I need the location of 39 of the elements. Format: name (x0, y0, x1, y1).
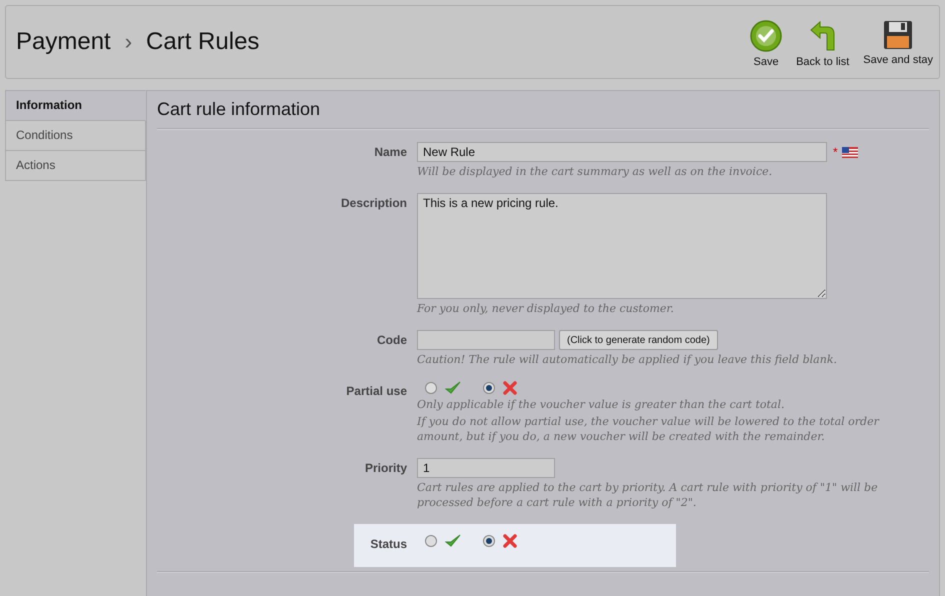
save-button[interactable]: Save and stay (863, 20, 933, 68)
field-label: Description (340, 195, 408, 212)
priority-input[interactable]: 1 (417, 458, 555, 478)
breadcrumb-parent[interactable]: Payment (16, 28, 111, 56)
hint-text: Cart rules are applied to the cart by priority. A cart rule with priority of "1" will be processed before a cart rule with a priority of "2". (417, 480, 879, 510)
field-label: Name (373, 144, 408, 161)
radio-button[interactable] (425, 535, 437, 547)
required-mark: * (833, 145, 838, 159)
breadcrumb-separator: › (124, 29, 132, 55)
back-button[interactable]: Back to list (796, 20, 850, 68)
flag-icon[interactable] (842, 146, 858, 158)
description-textarea[interactable]: This is a new pricing rule. (417, 193, 827, 299)
field-label: Code (376, 332, 408, 349)
hint-text: Caution! The rule will automatically be applied if you leave this field blank. (417, 352, 838, 367)
field-label: Priority (364, 460, 408, 477)
cross-icon (503, 534, 517, 548)
section-title: Cart rule information (157, 99, 322, 120)
check-icon (445, 534, 461, 548)
cross-icon (503, 381, 517, 395)
hint-text: Only applicable if the voucher value is greater than the cart total. (417, 397, 786, 412)
radio-button[interactable] (425, 382, 437, 394)
back-arrow-icon (808, 20, 837, 52)
hint-text: Will be displayed in the cart summary as well as on the invoice. (417, 164, 774, 179)
hint-text: If you do not allow partial use, the voucher value will be lowered to the total order amount, but if you do, a new voucher will be created with the remainder. (417, 414, 880, 444)
sidebar-tab[interactable]: Conditions (5, 121, 146, 151)
radio-button[interactable] (483, 535, 495, 547)
field-label: Partial use (345, 383, 408, 400)
radio-button[interactable] (483, 382, 495, 394)
code-input[interactable] (417, 330, 555, 350)
save-button[interactable]: Save (750, 20, 782, 68)
sidebar-tab[interactable]: Actions (5, 151, 146, 181)
generate-code-button[interactable]: (Click to generate random code) (559, 330, 718, 350)
name-input[interactable]: New Rule (417, 142, 827, 162)
page-title: Cart Rules (146, 28, 260, 56)
sidebar-tab[interactable]: Information (5, 90, 146, 121)
check-icon (445, 381, 461, 395)
hint-text: For you only, never displayed to the customer. (417, 301, 675, 316)
check-circle-icon (750, 20, 782, 52)
field-label: Status (369, 536, 408, 551)
